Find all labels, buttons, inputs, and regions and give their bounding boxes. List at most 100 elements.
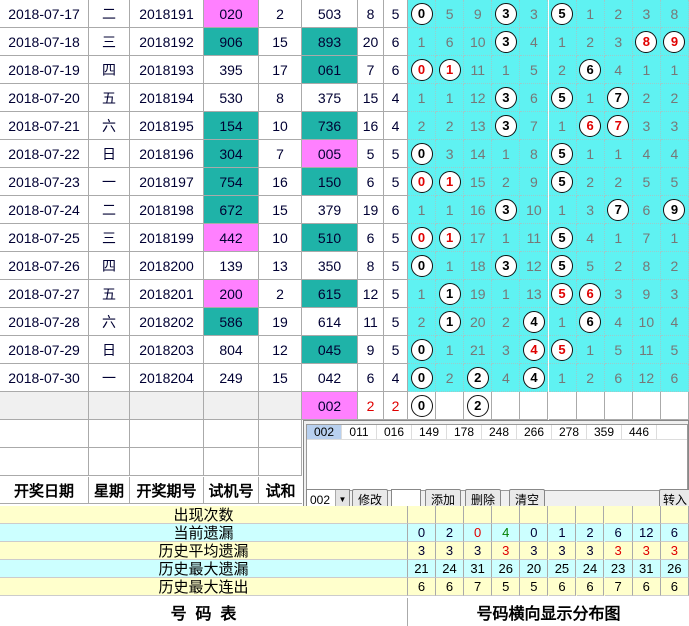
trial-number-cell: 020	[204, 0, 259, 28]
period-number-cell: 2018199	[130, 224, 204, 252]
number-list-item[interactable]: 278	[552, 425, 587, 439]
distribution-cell: 6	[576, 280, 605, 308]
stats-value: 6	[408, 578, 436, 596]
extra-distribution-cell	[604, 392, 633, 420]
draw-date-cell: 2018-07-21	[0, 112, 89, 140]
draw-number-cell: 350	[302, 252, 358, 280]
distribution-cell: 2	[436, 364, 465, 392]
distribution-cell: 2	[408, 308, 437, 336]
stats-value: 31	[632, 560, 661, 578]
stats-value	[660, 506, 689, 524]
distribution-cell: 5	[548, 0, 577, 28]
trial-number-cell: 804	[204, 336, 259, 364]
extra-number-cell: 002	[302, 392, 358, 420]
distribution-cell: 1	[660, 56, 689, 84]
extra-distribution-cell	[520, 392, 549, 420]
trial-number-cell: 442	[204, 224, 259, 252]
draw-number-cell: 379	[302, 196, 358, 224]
stats-value: 24	[576, 560, 605, 578]
distribution-cell: 7	[604, 84, 633, 112]
digit-ball: 4	[522, 310, 545, 333]
table-row: 2018-07-19 四 2018193 395 17 061 7 6 0 1 11 1 5 2 6 4 1 1	[0, 56, 689, 84]
trial-number-cell: 530	[204, 84, 259, 112]
trial-sum-cell: 10	[259, 112, 302, 140]
distribution-cell: 6	[604, 364, 633, 392]
distribution-cell: 2	[576, 28, 605, 56]
stats-value: 3	[520, 542, 549, 560]
count-value-cell: 6	[384, 196, 408, 224]
period-number-cell: 2018201	[130, 280, 204, 308]
blank-cell	[259, 448, 302, 476]
draw-date-cell: 2018-07-29	[0, 336, 89, 364]
weekday-cell: 二	[89, 0, 130, 28]
draw-number-cell: 042	[302, 364, 358, 392]
digit-ball: 1	[438, 170, 461, 193]
stats-row: 出现次数	[0, 506, 689, 524]
number-list-item[interactable]: 002	[307, 425, 342, 439]
distribution-cell: 3	[660, 280, 689, 308]
number-list-item[interactable]: 011	[342, 425, 377, 439]
draw-date-cell: 2018-07-28	[0, 308, 89, 336]
header-trial: 试机号	[204, 477, 259, 504]
number-list-item[interactable]: 359	[587, 425, 622, 439]
distribution-cell: 1	[548, 364, 577, 392]
number-list-item[interactable]: 248	[482, 425, 517, 439]
number-list-item[interactable]: 178	[447, 425, 482, 439]
stats-value: 6	[632, 578, 661, 596]
distribution-cell: 0	[408, 168, 437, 196]
distribution-cell: 12	[464, 84, 493, 112]
stats-value: 3	[464, 542, 493, 560]
number-list-item[interactable]: 149	[412, 425, 447, 439]
weekday-cell: 一	[89, 364, 130, 392]
extra-distribution-cell	[436, 392, 465, 420]
digit-ball: 7	[607, 114, 630, 137]
stats-row: 当前遗漏 0 2 0 4 0 1 2 6 12 6	[0, 524, 689, 542]
digit-ball: 5	[551, 282, 574, 305]
distribution-cell: 5	[548, 336, 577, 364]
trial-sum-cell: 2	[259, 280, 302, 308]
number-list-item[interactable]: 266	[517, 425, 552, 439]
distribution-cell: 4	[632, 140, 661, 168]
period-number-cell: 2018204	[130, 364, 204, 392]
number-list[interactable]: 002 011 016 149 178 248 266 278 359 446	[306, 424, 688, 491]
distribution-cell: 3	[604, 280, 633, 308]
count-value-cell: 5	[384, 0, 408, 28]
count-value-cell: 5	[384, 224, 408, 252]
distribution-cell: 2	[576, 168, 605, 196]
draw-number-cell: 614	[302, 308, 358, 336]
distribution-cell: 2	[464, 364, 493, 392]
digit-ball: 3	[494, 2, 517, 25]
stats-value: 3	[604, 542, 633, 560]
blank-cell	[204, 420, 259, 448]
stats-value: 6	[660, 524, 689, 542]
digit-ball: 6	[579, 114, 602, 137]
distribution-cell: 5	[548, 252, 577, 280]
distribution-cell: 0	[408, 56, 437, 84]
distribution-cell: 20	[464, 308, 493, 336]
distribution-cell: 10	[632, 308, 661, 336]
digit-ball: 6	[579, 58, 602, 81]
trial-sum-cell: 7	[259, 140, 302, 168]
extra-distribution-cell	[576, 392, 605, 420]
stats-value: 6	[548, 578, 577, 596]
draw-date-cell: 2018-07-23	[0, 168, 89, 196]
draw-number-cell: 736	[302, 112, 358, 140]
distribution-cell: 9	[464, 0, 493, 28]
table-row: 2018-07-23 一 2018197 754 16 150 6 5 0 1 15 2 9 5 2 2 5 5	[0, 168, 689, 196]
weekday-cell: 四	[89, 252, 130, 280]
distribution-cell: 3	[520, 0, 549, 28]
stats-value	[520, 506, 549, 524]
draw-number-cell: 893	[302, 28, 358, 56]
number-list-item[interactable]: 016	[377, 425, 412, 439]
distribution-cell: 1	[436, 56, 465, 84]
distribution-cell: 1	[408, 28, 437, 56]
blank-cell	[89, 392, 130, 420]
distribution-cell: 2	[436, 112, 465, 140]
distribution-cell: 1	[492, 224, 521, 252]
count-value-cell: 5	[384, 280, 408, 308]
distribution-cell: 5	[548, 224, 577, 252]
distribution-cell: 2	[492, 308, 521, 336]
distribution-cell: 3	[492, 112, 521, 140]
stats-value: 2	[436, 524, 464, 542]
number-list-item[interactable]: 446	[622, 425, 657, 439]
